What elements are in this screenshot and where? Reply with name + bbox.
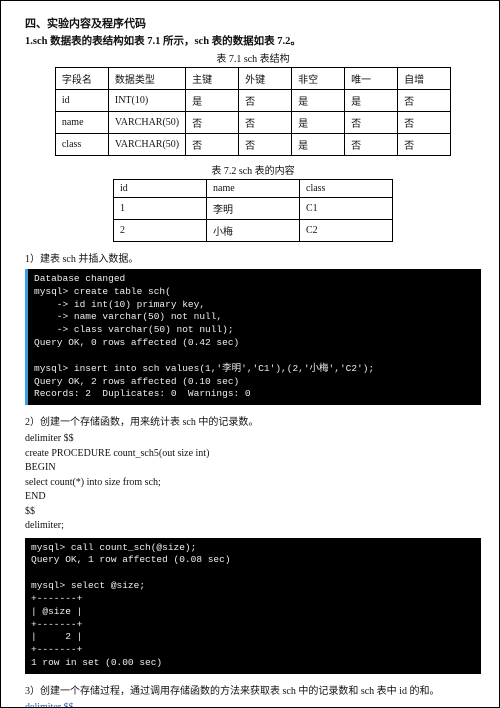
- table-row: 2小梅C2: [114, 220, 393, 242]
- table-7-2: idnameclass 1李明C1 2小梅C2: [113, 179, 393, 242]
- step-2-text: 2）创建一个存储函数，用来统计表 sch 中的记录数。: [25, 413, 481, 428]
- table-7-2-caption: 表 7.2 sch 表的内容: [25, 162, 481, 177]
- item-1-heading: 1.sch 数据表的表结构如表 7.1 所示，sch 表的数据如表 7.2。: [25, 33, 481, 48]
- section-heading: 四、实验内容及程序代码: [25, 15, 481, 31]
- table-row: idINT(10) 是否 是是 否: [55, 90, 450, 112]
- terminal-output-2: mysql> call count_sch(@size); Query OK, …: [25, 538, 481, 674]
- step-3-text: 3）创建一个存储过程，通过调用存储函数的方法来获取表 sch 中的记录数和 sc…: [25, 682, 481, 697]
- table-7-1: 字段名数据类型 主键外键 非空唯一 自增 idINT(10) 是否 是是 否 n…: [55, 67, 451, 156]
- table-row: nameVARCHAR(50) 否否 是否 否: [55, 112, 450, 134]
- document-page: 四、实验内容及程序代码 1.sch 数据表的表结构如表 7.1 所示，sch 表…: [0, 0, 500, 708]
- code-block-2: delimiter $$ create PROCEDURE count_sch5…: [25, 432, 481, 534]
- table-7-1-caption: 表 7.1 sch 表结构: [25, 50, 481, 65]
- table-row: 字段名数据类型 主键外键 非空唯一 自增: [55, 68, 450, 90]
- table-row: 1李明C1: [114, 198, 393, 220]
- code-block-3: delimiter $$: [25, 701, 481, 708]
- step-1-text: 1）建表 sch 并插入数据。: [25, 250, 481, 265]
- terminal-output-1: Database changed mysql> create table sch…: [25, 269, 481, 405]
- table-row: classVARCHAR(50) 否否 是否 否: [55, 134, 450, 156]
- table-row: idnameclass: [114, 180, 393, 198]
